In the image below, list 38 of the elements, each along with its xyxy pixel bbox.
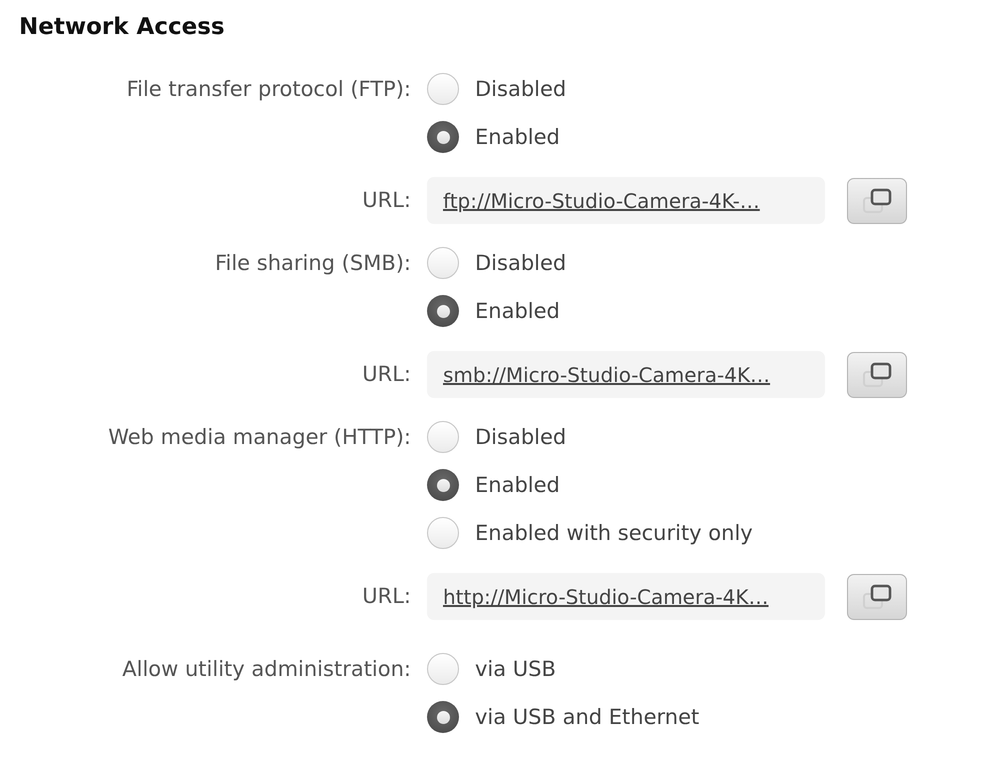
option-label[interactable]: Enabled with security only bbox=[475, 521, 753, 545]
url-link[interactable]: ftp://Micro-Studio-Camera-4K-… bbox=[443, 188, 760, 212]
copy-button[interactable] bbox=[847, 178, 907, 224]
copy-icon bbox=[862, 188, 892, 214]
radio-button[interactable] bbox=[427, 73, 459, 105]
option-label[interactable]: Enabled bbox=[475, 299, 560, 323]
copy-button[interactable] bbox=[847, 574, 907, 620]
option-label[interactable]: Disabled bbox=[475, 77, 566, 101]
url-link[interactable]: http://Micro-Studio-Camera-4K… bbox=[443, 584, 769, 608]
radio-button[interactable] bbox=[427, 701, 459, 733]
section-title: Network Access bbox=[19, 13, 225, 42]
radio-button[interactable] bbox=[427, 469, 459, 501]
setting-label: File sharing (SMB): bbox=[214, 250, 411, 277]
option-label[interactable]: Enabled bbox=[475, 125, 560, 149]
setting-label: Allow utility administration: bbox=[122, 656, 411, 683]
option-label[interactable]: Enabled bbox=[475, 473, 560, 497]
radio-button[interactable] bbox=[427, 121, 459, 153]
setting-label: File transfer protocol (FTP): bbox=[126, 76, 411, 103]
copy-icon bbox=[862, 362, 892, 388]
copy-button[interactable] bbox=[847, 352, 907, 398]
radio-button[interactable] bbox=[427, 295, 459, 327]
radio-button[interactable] bbox=[427, 247, 459, 279]
url-link[interactable]: smb://Micro-Studio-Camera-4K… bbox=[443, 362, 770, 386]
radio-button[interactable] bbox=[427, 653, 459, 685]
option-label[interactable]: Disabled bbox=[475, 251, 566, 275]
url-label: URL: bbox=[362, 187, 411, 214]
setting-label: Web media manager (HTTP): bbox=[108, 424, 411, 451]
url-field[interactable]: ftp://Micro-Studio-Camera-4K-… bbox=[427, 177, 825, 224]
url-field[interactable]: http://Micro-Studio-Camera-4K… bbox=[427, 573, 825, 620]
radio-button[interactable] bbox=[427, 421, 459, 453]
url-label: URL: bbox=[362, 583, 411, 610]
url-field[interactable]: smb://Micro-Studio-Camera-4K… bbox=[427, 351, 825, 398]
option-label[interactable]: via USB and Ethernet bbox=[475, 705, 700, 729]
copy-icon bbox=[862, 584, 892, 610]
option-label[interactable]: via USB bbox=[475, 657, 556, 681]
url-label: URL: bbox=[362, 361, 411, 388]
radio-button[interactable] bbox=[427, 517, 459, 549]
option-label[interactable]: Disabled bbox=[475, 425, 566, 449]
